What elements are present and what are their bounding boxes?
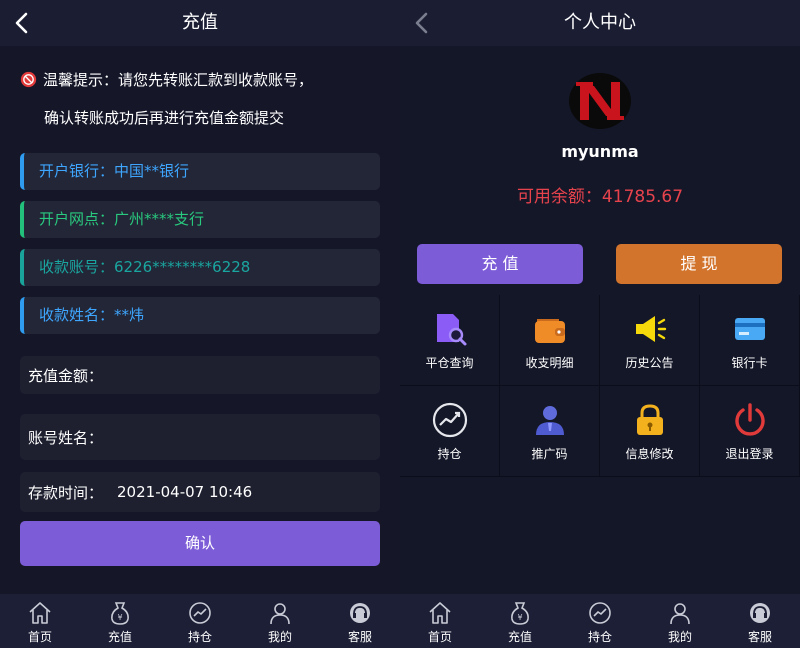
menu-label: 收支明细 <box>525 356 574 370</box>
branch-info: 开户网点：广州****支行 <box>20 201 380 238</box>
tab-home[interactable]: 首页 <box>400 594 480 648</box>
tab-service[interactable]: 客服 <box>320 594 400 648</box>
chart-circle-icon <box>589 602 611 624</box>
menu-label: 历史公告 <box>625 356 674 370</box>
menu-transactions[interactable]: 收支明细 <box>500 295 600 386</box>
menu-history-notice[interactable]: 历史公告 <box>600 295 700 386</box>
tab-label: 我的 <box>667 630 692 644</box>
trend-chart-icon <box>432 402 467 438</box>
bank-info: 开户银行：中国**银行 <box>20 153 380 190</box>
account-info: 收款账号：6226********6228 <box>20 249 380 286</box>
power-icon <box>734 403 765 436</box>
tab-positions[interactable]: 持仓 <box>160 594 240 648</box>
tab-label: 充值 <box>107 630 132 644</box>
user-icon <box>270 603 290 625</box>
chart-circle-icon <box>189 602 211 624</box>
user-icon <box>670 603 690 625</box>
recharge-header: 充值 <box>0 0 400 46</box>
profile-summary: myunma 可用余额：41785.67 <box>400 46 800 226</box>
lock-icon <box>636 404 663 435</box>
menu-label: 信息修改 <box>625 447 674 461</box>
tab-label: 我的 <box>267 630 292 644</box>
recharge-screen: 充值 温馨提示：请您先转账汇款到收款账号， 确认转账成功后再进行充值金额提交 开… <box>0 0 400 648</box>
tab-label: 首页 <box>427 630 452 644</box>
recharge-button[interactable]: 充 值 <box>417 244 583 284</box>
tab-mine[interactable]: 我的 <box>240 594 320 648</box>
tab-label: 持仓 <box>587 630 612 644</box>
account-name-field[interactable]: 账号姓名： <box>20 414 380 460</box>
action-buttons: 充 值 提 现 <box>400 232 800 294</box>
withdraw-button[interactable]: 提 现 <box>616 244 782 284</box>
confirm-button[interactable]: 确认 <box>20 521 380 566</box>
profile-screen: 个人中心 myunma 可用余额：41785.67 充 值 提 现 平仓查询 收… <box>400 0 800 648</box>
tab-home[interactable]: 首页 <box>0 594 80 648</box>
tab-bar: 首页 ¥ 充值 持仓 我的 客服 <box>400 594 800 648</box>
deposit-time-value: 2021-04-07 10:46 <box>117 483 253 501</box>
person-icon <box>535 406 564 435</box>
home-icon <box>429 602 451 624</box>
menu-label: 银行卡 <box>731 356 768 370</box>
wallet-icon <box>534 319 565 343</box>
svg-text:¥: ¥ <box>517 613 522 622</box>
menu-close-position-query[interactable]: 平仓查询 <box>400 295 500 386</box>
available-balance: 可用余额：41785.67 <box>516 187 684 207</box>
amount-label: 充值金额： <box>28 366 104 385</box>
tab-label: 客服 <box>747 630 772 644</box>
menu-bank-card[interactable]: 银行卡 <box>700 295 800 386</box>
menu-logout[interactable]: 退出登录 <box>700 386 800 477</box>
search-doc-icon <box>436 314 466 346</box>
tab-recharge[interactable]: ¥ 充值 <box>80 594 160 648</box>
avatar <box>569 73 631 129</box>
home-icon <box>29 602 51 624</box>
deposit-time-label: 存款时间： <box>28 483 104 502</box>
money-bag-icon: ¥ <box>111 602 129 625</box>
menu-label: 持仓 <box>437 447 462 461</box>
account-name-label: 账号姓名： <box>28 428 104 447</box>
tab-positions[interactable]: 持仓 <box>560 594 640 648</box>
warning-icon <box>20 71 37 87</box>
money-bag-icon: ¥ <box>511 602 529 625</box>
tab-label: 充值 <box>507 630 532 644</box>
profile-header: 个人中心 <box>400 0 800 46</box>
tab-label: 持仓 <box>187 630 212 644</box>
menu-label: 退出登录 <box>725 447 774 461</box>
headset-icon <box>750 603 770 623</box>
menu-grid: 平仓查询 收支明细 历史公告 银行卡 持仓 推广码 信息修改 退出登录 <box>400 295 800 477</box>
notice-line-1: 温馨提示：请您先转账汇款到收款账号， <box>43 70 314 89</box>
menu-referral-code[interactable]: 推广码 <box>500 386 600 477</box>
page-title: 充值 <box>182 12 218 33</box>
svg-text:¥: ¥ <box>117 613 122 622</box>
menu-label: 平仓查询 <box>425 356 474 370</box>
tab-recharge[interactable]: ¥ 充值 <box>480 594 560 648</box>
notice-line-2: 确认转账成功后再进行充值金额提交 <box>44 109 285 127</box>
megaphone-icon <box>635 316 666 342</box>
tab-label: 首页 <box>27 630 52 644</box>
deposit-time-field[interactable]: 存款时间： 2021-04-07 10:46 <box>20 472 380 512</box>
page-title: 个人中心 <box>564 12 636 33</box>
tab-service[interactable]: 客服 <box>720 594 800 648</box>
menu-edit-info[interactable]: 信息修改 <box>600 386 700 477</box>
payee-name-info: 收款姓名：**炜 <box>20 297 380 334</box>
amount-field[interactable]: 充值金额： <box>20 356 380 394</box>
username: myunma <box>561 142 639 161</box>
tab-label: 客服 <box>347 630 372 644</box>
tab-mine[interactable]: 我的 <box>640 594 720 648</box>
tab-bar: 首页 ¥ 充值 持仓 我的 客服 <box>0 594 400 648</box>
menu-positions[interactable]: 持仓 <box>400 386 500 477</box>
headset-icon <box>350 603 370 623</box>
menu-label: 推广码 <box>531 447 568 461</box>
notice: 温馨提示：请您先转账汇款到收款账号， 确认转账成功后再进行充值金额提交 <box>20 68 390 129</box>
bank-card-icon <box>734 318 765 340</box>
